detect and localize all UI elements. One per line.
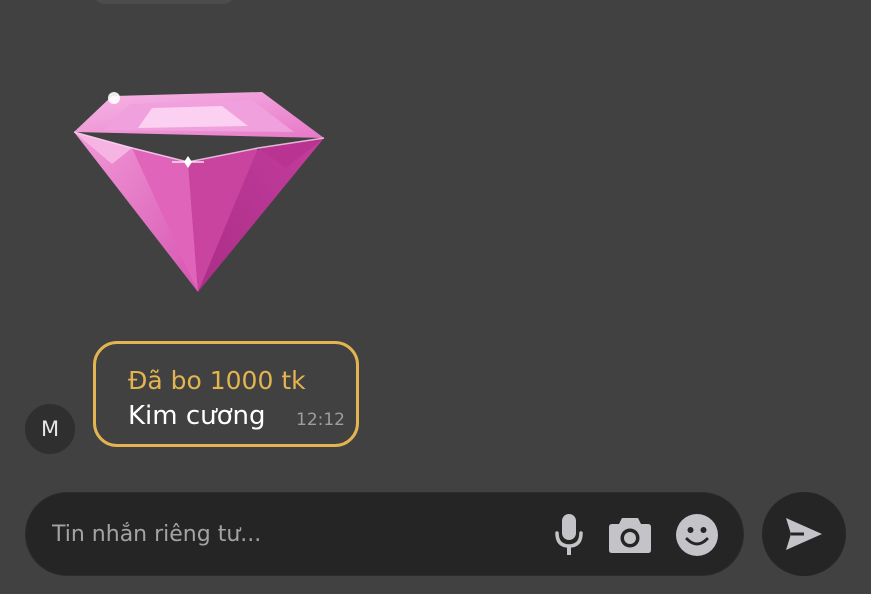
message-timestamp: 12:12 xyxy=(296,410,345,430)
message-input[interactable] xyxy=(52,517,512,551)
avatar-initial: M xyxy=(40,417,60,441)
message-composer xyxy=(25,492,744,576)
avatar[interactable]: M xyxy=(25,404,75,454)
emoji-icon xyxy=(676,514,718,556)
previous-message-bubble xyxy=(95,0,233,4)
message-title: Đã bo 1000 tk xyxy=(128,366,306,395)
emoji-button[interactable] xyxy=(673,514,721,556)
send-button[interactable] xyxy=(762,492,846,576)
microphone-button[interactable] xyxy=(549,514,589,556)
camera-button[interactable] xyxy=(604,514,656,556)
send-icon xyxy=(786,518,822,550)
diamond-sticker xyxy=(73,92,325,292)
message-bubble[interactable]: Đã bo 1000 tk Kim cương 12:12 xyxy=(93,341,359,447)
microphone-icon xyxy=(555,514,583,555)
message-text: Kim cương xyxy=(128,401,266,431)
camera-icon xyxy=(609,518,651,553)
